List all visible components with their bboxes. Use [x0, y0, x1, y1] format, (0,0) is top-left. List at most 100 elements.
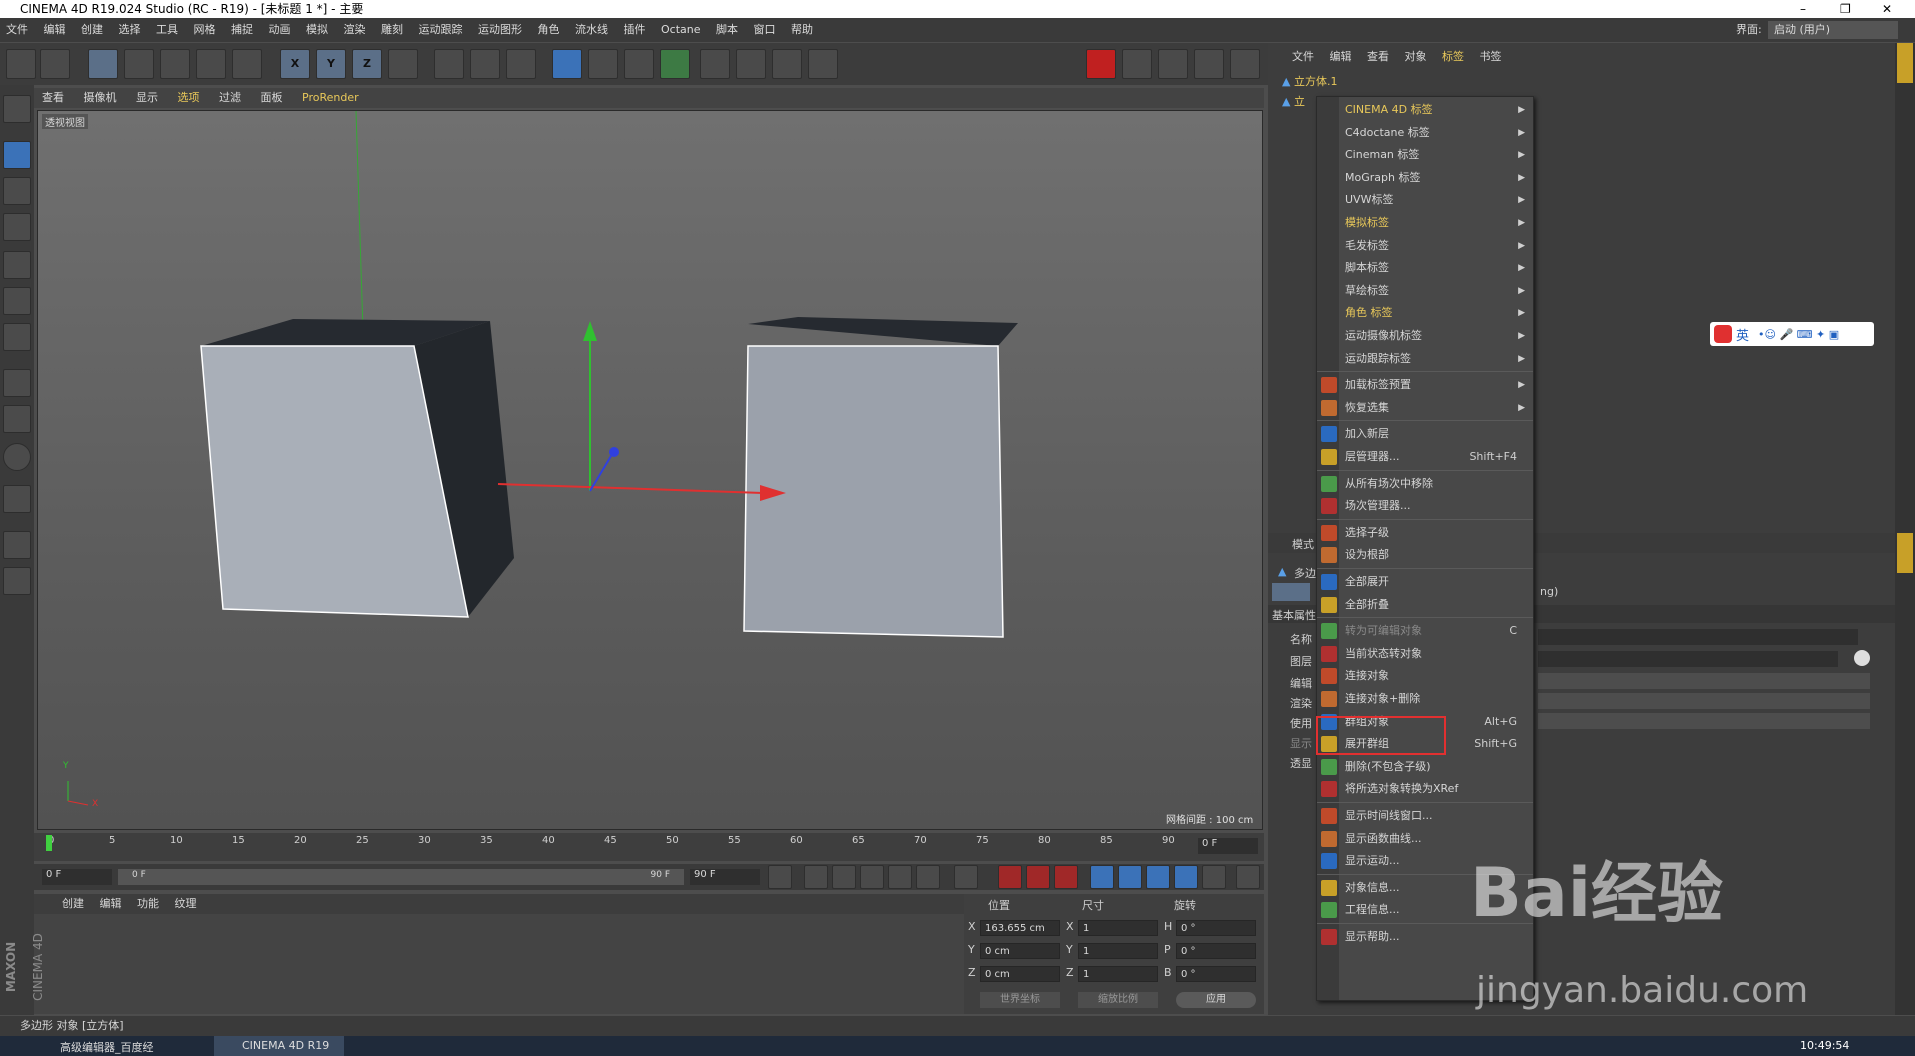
coordinate-system-icon[interactable] — [388, 49, 418, 79]
menu-item[interactable]: 恢复选集 ▶ — [1317, 397, 1533, 419]
close-button[interactable]: ✕ — [1882, 0, 1892, 18]
menu-item[interactable]: 草绘标签 ▶ — [1317, 280, 1533, 302]
ime-lang-toggle[interactable]: 英 — [1736, 325, 1749, 344]
object-row-cube1[interactable]: ▲ 立方体.1 — [1282, 73, 1482, 91]
workplane-icon[interactable] — [3, 213, 31, 241]
key-param-icon[interactable] — [1174, 865, 1198, 889]
key-pla-icon[interactable] — [1202, 865, 1226, 889]
coord-size-z-input[interactable] — [1078, 966, 1158, 982]
menu-render[interactable]: 渲染 — [344, 23, 366, 36]
menu-animate[interactable]: 动画 — [269, 23, 291, 36]
viewport-menu-prorender[interactable]: ProRender — [302, 91, 359, 104]
menu-motion-tracking[interactable]: 运动跟踪 — [419, 23, 463, 36]
texture-mode-icon[interactable] — [3, 177, 31, 205]
layout-select[interactable]: 启动 (用户) — [1768, 21, 1898, 39]
pen-spline-icon[interactable] — [588, 49, 618, 79]
scale-mode-select[interactable]: 缩放比例 — [1078, 992, 1158, 1008]
menu-item[interactable]: 删除(不包含子级) — [1317, 756, 1533, 778]
menu-script[interactable]: 脚本 — [716, 23, 738, 36]
model-mode-icon[interactable] — [3, 141, 31, 169]
coord-rot-h-input[interactable] — [1176, 920, 1256, 936]
material-menu-texture[interactable]: 纹理 — [175, 897, 197, 910]
menu-help[interactable]: 帮助 — [791, 23, 813, 36]
undo-icon[interactable] — [6, 49, 36, 79]
menu-mesh[interactable]: 网格 — [194, 23, 216, 36]
key-rotation-icon[interactable] — [1146, 865, 1170, 889]
om-menu-object[interactable]: 对象 — [1405, 50, 1427, 63]
menu-item[interactable]: Cineman 标签 ▶ — [1317, 144, 1533, 166]
material-menu-function[interactable]: 功能 — [137, 897, 159, 910]
menu-item[interactable]: 层管理器... Shift+F4 — [1317, 446, 1533, 468]
ime-tools-icons[interactable]: •☺ 🎤 ⌨ ✦ ▣ — [1758, 328, 1878, 341]
menu-item[interactable]: 运动摄像机标签 ▶ — [1317, 325, 1533, 347]
rotate-icon[interactable] — [196, 49, 226, 79]
attr-use-color-select[interactable] — [1538, 713, 1870, 729]
om-menu-file[interactable]: 文件 — [1292, 50, 1314, 63]
om-menu-edit[interactable]: 编辑 — [1330, 50, 1352, 63]
sogou-logo-icon[interactable] — [1714, 325, 1732, 343]
menu-item[interactable]: 转为可编辑对象 C — [1317, 620, 1533, 642]
octane-render-icon[interactable] — [1086, 49, 1116, 79]
menu-octane[interactable]: Octane — [661, 23, 701, 36]
coord-size-x-input[interactable] — [1078, 920, 1158, 936]
menu-item[interactable]: 选择子级 — [1317, 522, 1533, 544]
om-menu-tags[interactable]: 标签 — [1442, 50, 1464, 63]
start-frame-field[interactable]: 0 F — [42, 869, 112, 885]
render-settings-icon[interactable] — [506, 49, 536, 79]
coord-mode-select[interactable]: 世界坐标 — [980, 992, 1060, 1008]
workplane-lock-icon[interactable] — [3, 531, 31, 559]
material-menu-edit[interactable]: 编辑 — [100, 897, 122, 910]
camera-icon[interactable] — [772, 49, 802, 79]
menu-window[interactable]: 窗口 — [754, 23, 776, 36]
perspective-viewport[interactable]: 透视视图 Y X 网格间距 : 100 cm — [37, 110, 1263, 830]
viewport-menu-view[interactable]: 查看 — [42, 91, 64, 104]
goto-end-icon[interactable] — [954, 865, 978, 889]
attr-editor-vis-select[interactable] — [1538, 673, 1870, 689]
current-frame-field[interactable]: 0 F — [1198, 838, 1258, 854]
redo-icon[interactable] — [40, 49, 70, 79]
menu-item[interactable]: 显示时间线窗口... — [1317, 805, 1533, 827]
menu-item[interactable]: 将所选对象转换为XRef — [1317, 778, 1533, 800]
points-mode-icon[interactable] — [3, 251, 31, 279]
magnet-icon[interactable] — [3, 485, 31, 513]
coord-rot-b-input[interactable] — [1176, 966, 1256, 982]
goto-start-icon[interactable] — [768, 865, 792, 889]
menu-file[interactable]: 文件 — [6, 23, 28, 36]
apply-button[interactable]: 应用 — [1176, 992, 1256, 1008]
end-frame-field[interactable]: 90 F — [690, 869, 760, 885]
attr-name-field[interactable] — [1538, 629, 1858, 645]
menu-create[interactable]: 创建 — [81, 23, 103, 36]
menu-item[interactable]: 设为根部 — [1317, 544, 1533, 566]
play-icon[interactable] — [860, 865, 884, 889]
key-position-icon[interactable] — [1090, 865, 1114, 889]
menu-item[interactable]: 模拟标签 ▶ — [1317, 212, 1533, 234]
menu-simulate[interactable]: 模拟 — [306, 23, 328, 36]
om-menu-view[interactable]: 查看 — [1367, 50, 1389, 63]
taskbar-app-chrome[interactable]: 高级编辑器_百度经 — [60, 1039, 154, 1055]
octane-light-icon[interactable] — [1122, 49, 1152, 79]
y-axis-lock-button[interactable]: Y — [316, 49, 346, 79]
render-view-icon[interactable] — [434, 49, 464, 79]
coord-rot-p-input[interactable] — [1176, 943, 1256, 959]
viewport-menu-options[interactable]: 选项 — [178, 91, 200, 104]
next-key-icon[interactable] — [916, 865, 940, 889]
menu-snap[interactable]: 捕捉 — [231, 23, 253, 36]
cloner-icon[interactable] — [660, 49, 690, 79]
edges-mode-icon[interactable] — [3, 287, 31, 315]
cube-primitive-icon[interactable] — [552, 49, 582, 79]
menu-item[interactable]: 角色 标签 ▶ — [1317, 302, 1533, 324]
menu-item[interactable]: CINEMA 4D 标签 ▶ — [1317, 99, 1533, 121]
solo-icon[interactable] — [3, 567, 31, 595]
axis-mode-icon[interactable] — [3, 369, 31, 397]
timeline-ruler[interactable]: 0 5 10 15 20 25 30 35 40 45 50 55 60 65 … — [34, 833, 1264, 861]
menu-plugins[interactable]: 插件 — [624, 23, 646, 36]
viewport-menu-panel[interactable]: 面板 — [261, 91, 283, 104]
menu-item[interactable]: 连接对象+删除 — [1317, 688, 1533, 710]
x-axis-lock-button[interactable]: X — [280, 49, 310, 79]
coord-size-y-input[interactable] — [1078, 943, 1158, 959]
key-scale-icon[interactable] — [1118, 865, 1142, 889]
viewport-menu-filter[interactable]: 过滤 — [219, 91, 241, 104]
render-picture-viewer-icon[interactable] — [470, 49, 500, 79]
menu-item[interactable]: C4doctane 标签 ▶ — [1317, 122, 1533, 144]
floor-icon[interactable] — [736, 49, 766, 79]
